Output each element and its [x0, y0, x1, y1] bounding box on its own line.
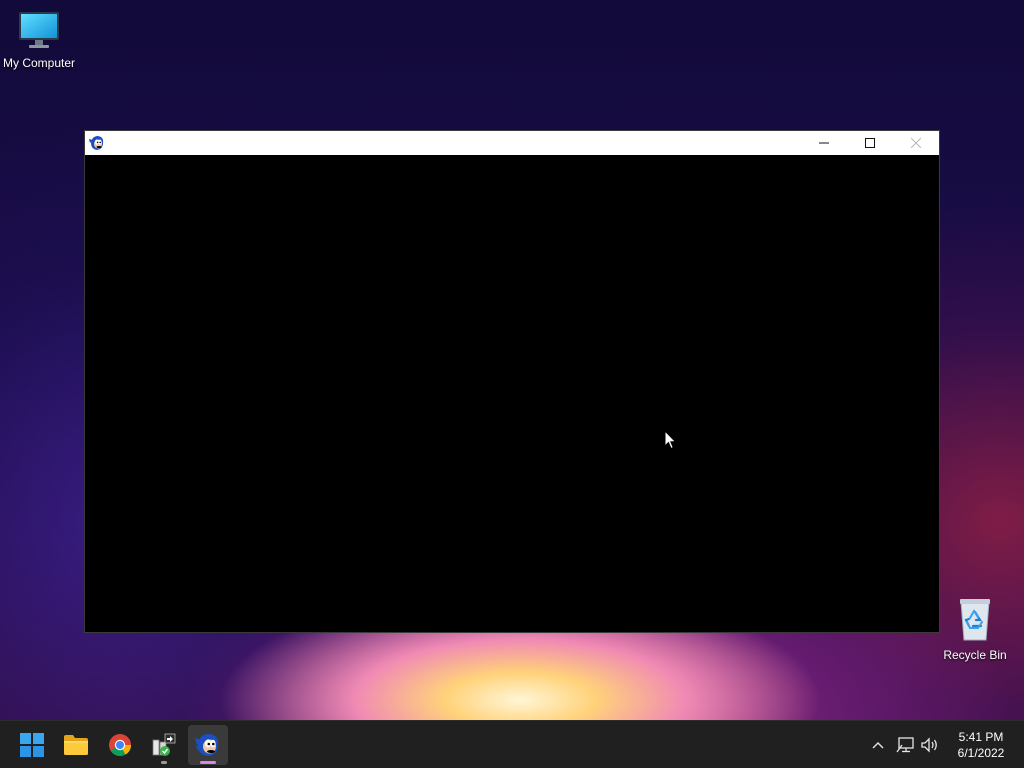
running-indicator — [161, 761, 167, 764]
folder-icon — [64, 735, 88, 755]
desktop-icon-recycle-bin[interactable]: Recycle Bin — [936, 596, 1014, 662]
app-window[interactable] — [84, 130, 940, 633]
desktop: My Computer Recycle Bin 5:41 PM 6/1/2022 — [0, 0, 1024, 768]
installer-app-button[interactable] — [144, 725, 184, 765]
desktop-icon-label: Recycle Bin — [943, 648, 1007, 662]
maximize-button[interactable] — [847, 131, 893, 155]
clock-date: 6/1/2022 — [957, 746, 1005, 760]
monitor-icon — [0, 10, 78, 53]
network-icon[interactable] — [895, 734, 917, 756]
clock-time: 5:41 PM — [958, 730, 1004, 744]
active-indicator — [200, 761, 216, 764]
chrome-icon — [109, 734, 131, 756]
close-button[interactable] — [893, 131, 939, 155]
window-titlebar[interactable] — [85, 131, 939, 155]
taskbar: 5:41 PM 6/1/2022 — [0, 720, 1024, 768]
taskbar-clock[interactable]: 5:41 PM 6/1/2022 — [948, 729, 1014, 761]
file-explorer-button[interactable] — [56, 725, 96, 765]
minimize-icon — [819, 142, 829, 144]
minimize-button[interactable] — [801, 131, 847, 155]
desktop-icon-my-computer[interactable]: My Computer — [0, 10, 78, 70]
installer-icon — [152, 733, 176, 756]
sonic-icon[interactable] — [88, 134, 106, 152]
chevron-up-icon[interactable] — [867, 734, 889, 756]
maximize-icon — [865, 138, 875, 148]
mouse-cursor-icon — [664, 429, 678, 454]
window-client-area[interactable] — [85, 155, 939, 632]
sonic-app-button[interactable] — [188, 725, 228, 765]
chrome-button[interactable] — [100, 725, 140, 765]
close-icon — [911, 138, 921, 148]
windows-logo-icon — [20, 733, 44, 757]
recycle-bin-icon — [936, 596, 1014, 645]
sonic-icon — [195, 734, 219, 756]
start-button[interactable] — [12, 725, 52, 765]
volume-icon[interactable] — [919, 734, 941, 756]
desktop-icon-label: My Computer — [2, 56, 76, 70]
